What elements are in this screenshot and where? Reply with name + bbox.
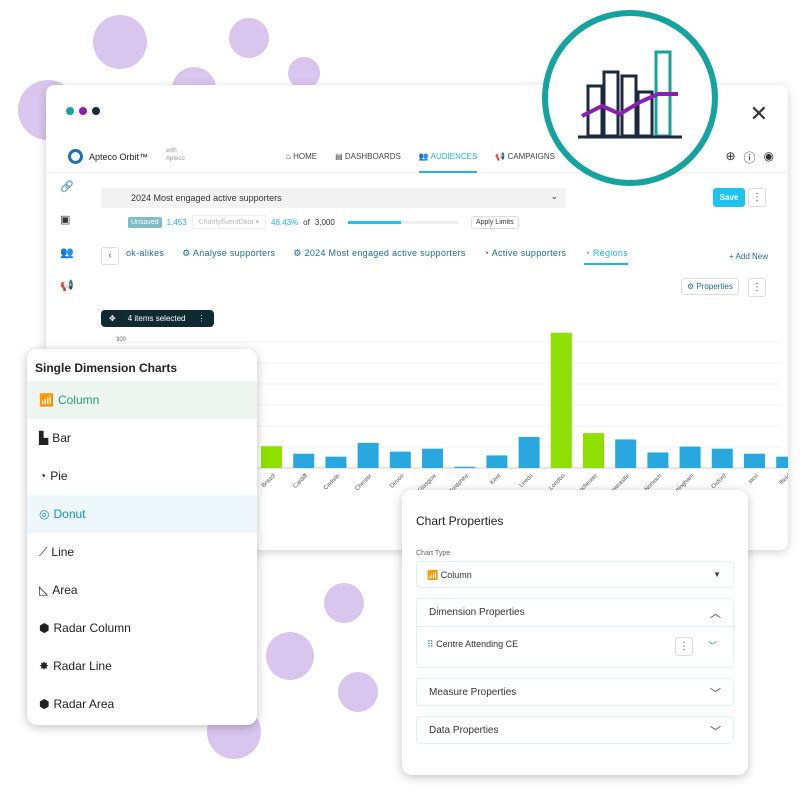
- chart-type-bar[interactable]: ▙ Bar: [27, 419, 257, 457]
- bar-norwich[interactable]: [647, 452, 669, 468]
- x-tick-label: Devon: [389, 473, 406, 490]
- chart-type-menu: Single Dimension Charts 📶 Column ▙ Bar ◔ Pie ◎…: [27, 349, 257, 725]
- menu-title: Single Dimension Charts: [35, 361, 178, 375]
- x-tick-label: Oxford: [711, 473, 728, 490]
- chart-type-select[interactable]: 📶 Column ▼: [416, 561, 734, 588]
- bar-oxford[interactable]: [711, 448, 733, 468]
- data-properties-header[interactable]: Data Properties ﹀: [416, 716, 734, 744]
- chart-type-area[interactable]: ◺ Area: [27, 571, 257, 609]
- x-tick-label: Bristol: [261, 473, 277, 489]
- pie-chart-icon: ◔: [39, 469, 47, 483]
- radar-line-chart-icon: ✸: [39, 659, 50, 673]
- measure-properties-header[interactable]: Measure Properties ﹀: [416, 678, 734, 706]
- bar-bristol[interactable]: [261, 446, 282, 468]
- chevron-down-icon[interactable]: ﹀: [708, 639, 717, 652]
- chart-type-radar-column[interactable]: ⬢ Radar Column: [27, 609, 257, 647]
- x-tick-label: ffield: [779, 473, 788, 486]
- bar-ston[interactable]: [744, 453, 765, 468]
- radar-column-chart-icon: ⬢: [39, 621, 50, 635]
- chart-type-radar-line[interactable]: ✸ Radar Line: [27, 647, 257, 685]
- column-icon: 📶: [427, 570, 439, 580]
- dimension-more-button[interactable]: ⋮: [675, 637, 693, 656]
- drag-handle-icon[interactable]: ⠿: [427, 639, 434, 649]
- chart-illustration: [542, 10, 718, 186]
- x-tick-label: Carlisle: [323, 473, 342, 492]
- x-tick-label: Cardiff: [292, 473, 309, 490]
- bar-kent[interactable]: [486, 455, 508, 468]
- bar-leeds[interactable]: [518, 436, 540, 468]
- bar-manchester[interactable]: [583, 433, 604, 468]
- line-chart-icon: ⟋: [39, 544, 48, 559]
- x-tick-label: ston: [748, 473, 760, 485]
- bar-nottingham[interactable]: [679, 446, 701, 468]
- x-tick-label: Kent: [489, 473, 502, 486]
- bar-ffield[interactable]: [776, 456, 788, 468]
- panel-title: Chart Properties: [416, 514, 504, 528]
- bar-cardiff[interactable]: [293, 453, 315, 468]
- chevron-up-icon: ︿: [710, 608, 721, 620]
- bar-devon[interactable]: [389, 451, 411, 468]
- chart-type-line[interactable]: ⟋ Line: [27, 533, 257, 571]
- bar-london[interactable]: [550, 332, 572, 468]
- chart-type-column[interactable]: 📶 Column: [27, 381, 257, 419]
- x-tick-label: Chester: [354, 473, 373, 492]
- bar-chart-icon: ▙: [39, 431, 49, 445]
- chart-type-label: Chart Type: [416, 550, 451, 557]
- column-chart-icon: 📶: [39, 393, 54, 407]
- chart-type-donut[interactable]: ◎ Donut: [27, 495, 257, 533]
- x-tick-label: Leeds: [519, 473, 535, 489]
- chart-type-radar-area[interactable]: ⬢ Radar Area: [27, 685, 257, 723]
- bar-hertfordshire[interactable]: [454, 466, 476, 468]
- dimension-properties-header[interactable]: Dimension Properties ︿: [417, 599, 733, 627]
- bar-glasgow[interactable]: [422, 448, 443, 468]
- dropdown-arrow-icon: ▼: [713, 570, 721, 579]
- bar-carlisle[interactable]: [325, 456, 347, 468]
- chart-properties-panel: Chart Properties Chart Type 📶 Column ▼ Di…: [402, 490, 748, 775]
- chevron-down-icon: ﹀: [710, 688, 721, 700]
- chart-type-pie[interactable]: ◔ Pie: [27, 457, 257, 495]
- radar-area-chart-icon: ⬢: [39, 697, 50, 711]
- area-chart-icon: ◺: [39, 583, 49, 597]
- chevron-down-icon: ﹀: [710, 726, 721, 738]
- dimension-item[interactable]: ⠿ Centre Attending CE ⋮ ﹀: [417, 627, 733, 667]
- bar-newcastle[interactable]: [615, 439, 637, 468]
- bar-chester[interactable]: [357, 442, 379, 468]
- donut-chart-icon: ◎: [39, 507, 50, 521]
- x-tick-label: London: [548, 473, 566, 491]
